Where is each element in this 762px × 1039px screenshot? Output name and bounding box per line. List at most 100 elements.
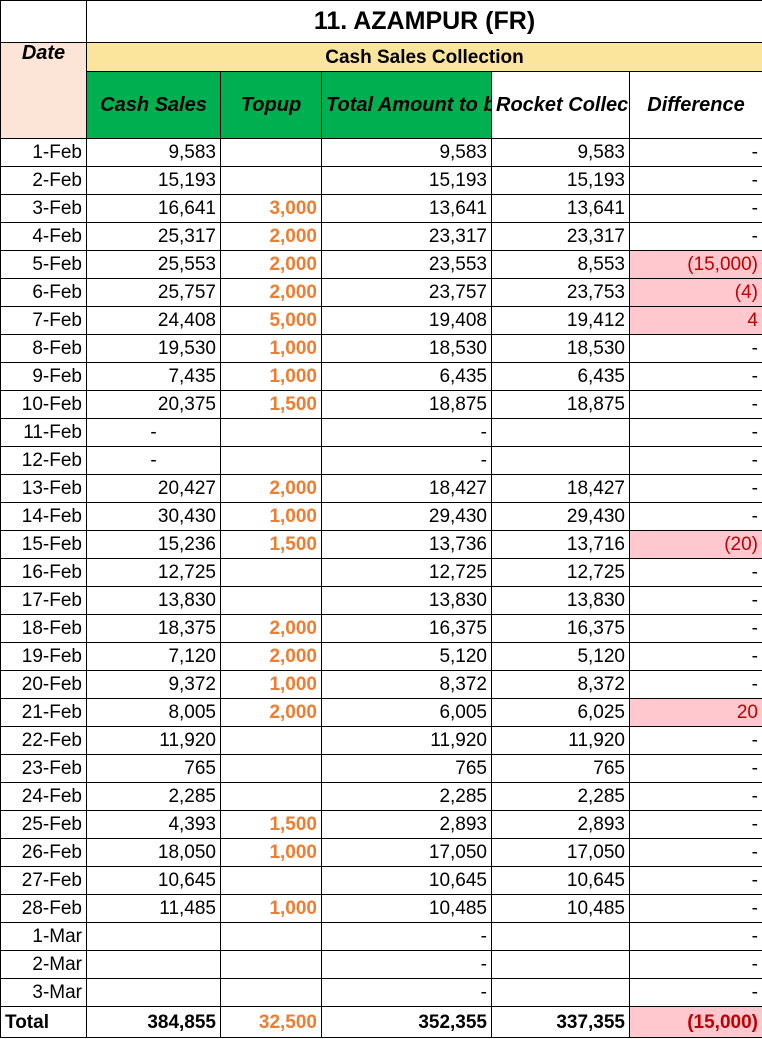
difference-cell[interactable]: - — [629, 810, 762, 839]
date-cell[interactable]: 21-Feb — [0, 698, 87, 727]
topup-cell[interactable]: 2,000 — [220, 222, 322, 251]
rocket-collection-cell[interactable]: 6,435 — [491, 362, 630, 391]
total-amount-cell[interactable]: 9,583 — [321, 138, 492, 167]
cash-sales-header[interactable]: Cash Sales — [86, 71, 221, 139]
rocket-collection-cell[interactable]: 13,641 — [491, 194, 630, 223]
cash-sales-cell[interactable]: 11,920 — [86, 726, 221, 755]
total-amount-cell[interactable]: 13,830 — [321, 586, 492, 615]
topup-cell[interactable] — [220, 166, 322, 195]
difference-cell[interactable]: - — [629, 558, 762, 587]
cash-sales-cell[interactable]: 13,830 — [86, 586, 221, 615]
topup-cell[interactable]: 1,500 — [220, 530, 322, 559]
date-cell[interactable]: 24-Feb — [0, 782, 87, 811]
topup-cell[interactable]: 2,000 — [220, 278, 322, 307]
cash-sales-cell[interactable]: 24,408 — [86, 306, 221, 335]
cash-sales-cell[interactable] — [86, 950, 221, 979]
cash-sales-cell[interactable]: - — [86, 446, 221, 475]
rocket-collection-cell[interactable]: 23,753 — [491, 278, 630, 307]
topup-cell[interactable]: 1,000 — [220, 334, 322, 363]
difference-cell[interactable]: - — [629, 782, 762, 811]
rocket-collection-cell[interactable] — [491, 922, 630, 951]
topup-cell[interactable]: 2,000 — [220, 250, 322, 279]
total-amount-cell[interactable]: 6,005 — [321, 698, 492, 727]
date-cell[interactable]: 1-Mar — [0, 922, 87, 951]
rocket-collection-cell[interactable]: 11,920 — [491, 726, 630, 755]
rocket-collection-cell[interactable]: 13,830 — [491, 586, 630, 615]
difference-cell[interactable]: - — [629, 222, 762, 251]
total-amount-cell[interactable]: 23,553 — [321, 250, 492, 279]
cash-sales-cell[interactable]: 25,553 — [86, 250, 221, 279]
rocket-collection-cell[interactable]: 8,372 — [491, 670, 630, 699]
cash-sales-cell[interactable]: 19,530 — [86, 334, 221, 363]
date-cell[interactable]: 11-Feb — [0, 418, 87, 447]
topup-cell[interactable] — [220, 446, 322, 475]
cash-sales-cell[interactable]: 9,583 — [86, 138, 221, 167]
date-cell[interactable]: 2-Mar — [0, 950, 87, 979]
difference-cell[interactable]: 20 — [629, 698, 762, 727]
date-cell[interactable]: 23-Feb — [0, 754, 87, 783]
date-cell[interactable]: 17-Feb — [0, 586, 87, 615]
cash-sales-cell[interactable]: 20,375 — [86, 390, 221, 419]
total-amount-cell[interactable]: 17,050 — [321, 838, 492, 867]
date-cell[interactable]: 15-Feb — [0, 530, 87, 559]
date-cell[interactable]: 10-Feb — [0, 390, 87, 419]
cash-sales-cell[interactable]: 2,285 — [86, 782, 221, 811]
rocket-collection-cell[interactable]: 13,716 — [491, 530, 630, 559]
difference-cell[interactable]: - — [629, 362, 762, 391]
rocket-collection-cell[interactable] — [491, 418, 630, 447]
rocket-collection-cell[interactable] — [491, 950, 630, 979]
difference-cell[interactable]: - — [629, 866, 762, 895]
rocket-collection-cell[interactable]: 18,530 — [491, 334, 630, 363]
difference-cell[interactable]: - — [629, 838, 762, 867]
date-cell[interactable]: 13-Feb — [0, 474, 87, 503]
total-difference[interactable]: (15,000) — [629, 1006, 762, 1038]
date-cell[interactable]: 19-Feb — [0, 642, 87, 671]
rocket-collection-cell[interactable]: 18,875 — [491, 390, 630, 419]
date-cell[interactable]: 12-Feb — [0, 446, 87, 475]
cash-sales-cell[interactable]: 9,372 — [86, 670, 221, 699]
difference-cell[interactable]: - — [629, 446, 762, 475]
date-cell[interactable]: 5-Feb — [0, 250, 87, 279]
date-cell[interactable]: 26-Feb — [0, 838, 87, 867]
total-amount-cell[interactable]: 765 — [321, 754, 492, 783]
total-amount-cell[interactable]: 10,645 — [321, 866, 492, 895]
total-amount-cell[interactable]: 23,317 — [321, 222, 492, 251]
date-cell[interactable]: 28-Feb — [0, 894, 87, 923]
topup-cell[interactable] — [220, 726, 322, 755]
difference-cell[interactable]: - — [629, 166, 762, 195]
sheet-subtitle[interactable]: Cash Sales Collection — [86, 42, 762, 72]
total-cash-sales[interactable]: 384,855 — [86, 1006, 221, 1038]
date-cell[interactable]: 2-Feb — [0, 166, 87, 195]
total-amount-cell[interactable]: 10,485 — [321, 894, 492, 923]
date-cell[interactable]: 22-Feb — [0, 726, 87, 755]
difference-cell[interactable]: - — [629, 502, 762, 531]
total-amount-cell[interactable]: 13,736 — [321, 530, 492, 559]
cash-sales-cell[interactable]: 16,641 — [86, 194, 221, 223]
total-amount-cell[interactable]: 2,893 — [321, 810, 492, 839]
topup-cell[interactable]: 1,000 — [220, 670, 322, 699]
total-amount-header[interactable]: Total Amount to be Deposited — [321, 71, 492, 139]
topup-cell[interactable] — [220, 922, 322, 951]
date-cell[interactable]: 3-Mar — [0, 978, 87, 1007]
cash-sales-cell[interactable]: 7,120 — [86, 642, 221, 671]
total-amount-cell[interactable]: 11,920 — [321, 726, 492, 755]
date-cell[interactable]: 8-Feb — [0, 334, 87, 363]
date-cell[interactable]: 18-Feb — [0, 614, 87, 643]
cash-sales-cell[interactable]: - — [86, 418, 221, 447]
date-header[interactable]: Date — [0, 42, 87, 139]
difference-cell[interactable]: - — [629, 894, 762, 923]
rocket-collection-cell[interactable]: 29,430 — [491, 502, 630, 531]
rocket-collection-cell[interactable] — [491, 446, 630, 475]
rocket-collection-cell[interactable]: 765 — [491, 754, 630, 783]
topup-cell[interactable] — [220, 418, 322, 447]
rocket-collection-cell[interactable]: 5,120 — [491, 642, 630, 671]
difference-cell[interactable]: - — [629, 194, 762, 223]
topup-header[interactable]: Topup — [220, 71, 322, 139]
total-amount-cell[interactable]: 6,435 — [321, 362, 492, 391]
rocket-collection-cell[interactable]: 16,375 — [491, 614, 630, 643]
cash-sales-cell[interactable]: 8,005 — [86, 698, 221, 727]
date-cell[interactable]: 16-Feb — [0, 558, 87, 587]
cash-sales-cell[interactable]: 12,725 — [86, 558, 221, 587]
total-amount-cell[interactable]: - — [321, 446, 492, 475]
cash-sales-cell[interactable]: 15,193 — [86, 166, 221, 195]
